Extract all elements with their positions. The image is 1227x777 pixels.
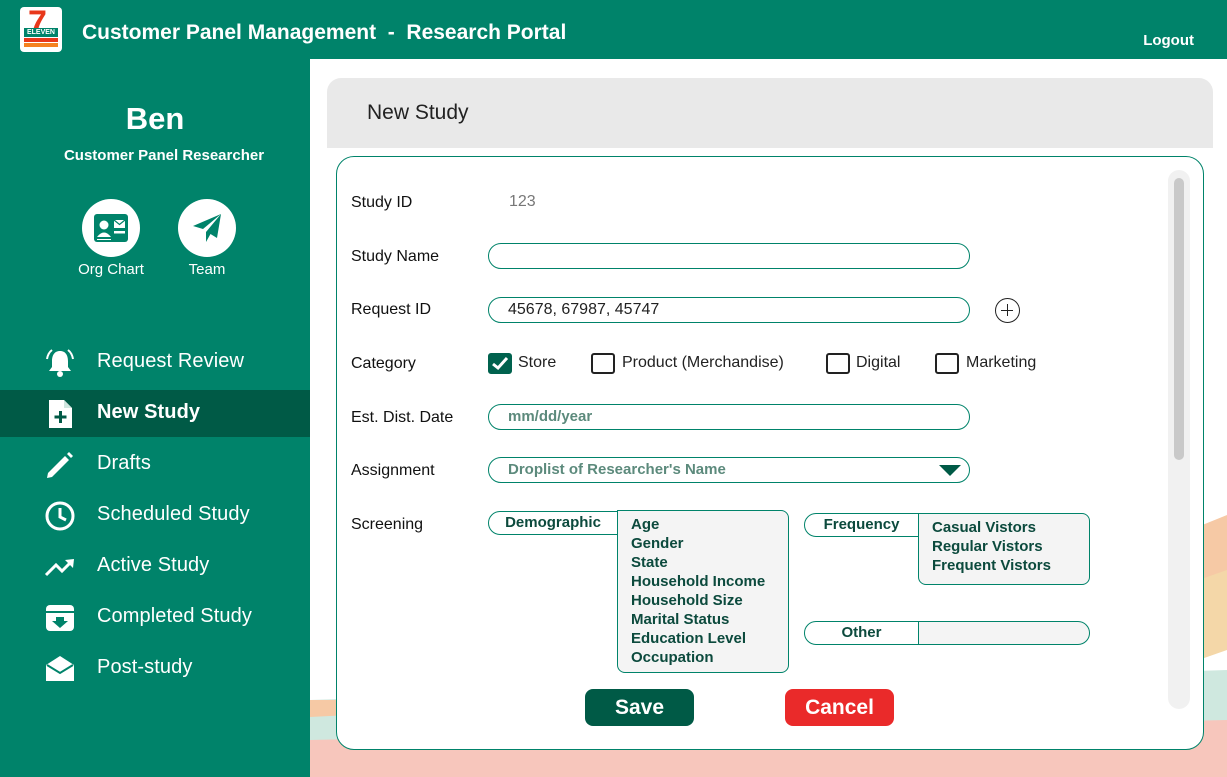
demographic-option[interactable]: Gender bbox=[631, 534, 788, 553]
form-scrollbar[interactable] bbox=[1168, 170, 1190, 709]
screening-label: Screening bbox=[351, 516, 424, 533]
sidebar: Ben Customer Panel Researcher Org Chart … bbox=[0, 59, 310, 777]
sidebar-item-post-study[interactable]: Post-study bbox=[0, 645, 310, 692]
frequency-option[interactable]: Frequent Vistors bbox=[932, 556, 1089, 575]
demographic-option[interactable]: Household Income bbox=[631, 572, 788, 591]
pencil-icon bbox=[44, 449, 76, 481]
sidebar-item-active-study[interactable]: Active Study bbox=[0, 543, 310, 590]
logo-text: ELEVEN bbox=[24, 28, 58, 37]
study-name-input[interactable] bbox=[488, 243, 970, 269]
cancel-button[interactable]: Cancel bbox=[785, 689, 894, 726]
paper-plane-icon bbox=[178, 199, 236, 257]
frequency-options: Casual Vistors Regular Vistors Frequent … bbox=[918, 513, 1090, 585]
logout-link[interactable]: Logout bbox=[1143, 32, 1194, 49]
clock-icon bbox=[44, 500, 76, 532]
save-button[interactable]: Save bbox=[585, 689, 694, 726]
category-product-label: Product (Merchandise) bbox=[622, 354, 784, 371]
other-tab[interactable]: Other bbox=[804, 621, 919, 645]
study-id-value: 123 bbox=[509, 193, 536, 210]
sidebar-item-label: Post-study bbox=[97, 656, 193, 678]
category-digital-label: Digital bbox=[856, 354, 901, 371]
open-envelope-icon bbox=[44, 653, 76, 685]
trending-up-icon bbox=[44, 551, 76, 583]
page-title: New Study bbox=[367, 101, 469, 124]
file-plus-icon bbox=[44, 398, 76, 430]
sidebar-item-new-study[interactable]: New Study bbox=[0, 390, 310, 437]
logo-stripe-red bbox=[24, 38, 58, 42]
frequency-option[interactable]: Casual Vistors bbox=[932, 518, 1089, 537]
team-shortcut[interactable]: Team bbox=[162, 199, 252, 278]
sidebar-item-label: Drafts bbox=[97, 452, 151, 474]
app-title: Customer Panel Management - Research Por… bbox=[82, 21, 567, 44]
demographic-option[interactable]: Household Size bbox=[631, 591, 788, 610]
category-marketing-label: Marketing bbox=[966, 354, 1037, 371]
demographic-option[interactable]: Occupation bbox=[631, 648, 788, 667]
sidebar-item-completed-study[interactable]: Completed Study bbox=[0, 594, 310, 641]
sidebar-item-drafts[interactable]: Drafts bbox=[0, 441, 310, 488]
demographic-option[interactable]: Age bbox=[631, 515, 788, 534]
demographic-option[interactable]: State bbox=[631, 553, 788, 572]
bell-icon bbox=[44, 347, 76, 379]
sidebar-item-label: Completed Study bbox=[97, 605, 252, 627]
sidebar-item-label: Active Study bbox=[97, 554, 210, 576]
sidebar-nav: Request Review New Study Drafts Schedule… bbox=[0, 339, 310, 696]
demographic-tab[interactable]: Demographic bbox=[488, 511, 618, 535]
sidebar-item-label: Scheduled Study bbox=[97, 503, 250, 525]
category-label: Category bbox=[351, 355, 416, 372]
request-id-label: Request ID bbox=[351, 301, 432, 318]
frequency-option[interactable]: Regular Vistors bbox=[932, 537, 1089, 556]
request-id-input[interactable]: 45678, 67987, 45747 bbox=[488, 297, 970, 323]
user-role: Customer Panel Researcher bbox=[63, 147, 265, 164]
dist-date-input[interactable]: mm/dd/year bbox=[488, 404, 970, 430]
category-marketing-checkbox[interactable] bbox=[935, 353, 959, 374]
study-name-label: Study Name bbox=[351, 248, 440, 265]
demographic-option[interactable]: Marital Status bbox=[631, 610, 788, 629]
sidebar-item-label: Request Review bbox=[97, 350, 245, 372]
sidebar-item-scheduled-study[interactable]: Scheduled Study bbox=[0, 492, 310, 539]
assignment-label: Assignment bbox=[351, 462, 435, 479]
sidebar-item-request-review[interactable]: Request Review bbox=[0, 339, 310, 386]
dist-date-label: Est. Dist. Date bbox=[351, 409, 454, 426]
frequency-tab[interactable]: Frequency bbox=[804, 513, 919, 537]
user-name: Ben bbox=[125, 101, 185, 136]
contact-card-icon bbox=[82, 199, 140, 257]
add-request-id-icon[interactable] bbox=[995, 298, 1020, 323]
assignment-dropdown[interactable]: Droplist of Researcher's Name bbox=[488, 457, 970, 483]
category-product-checkbox[interactable] bbox=[591, 353, 615, 374]
archive-icon bbox=[44, 602, 76, 634]
demographic-options: Age Gender State Household Income Househ… bbox=[617, 510, 789, 673]
logo-stripe-orange bbox=[24, 43, 58, 47]
other-input[interactable] bbox=[918, 621, 1090, 645]
demographic-option[interactable]: Education Level bbox=[631, 629, 788, 648]
team-label: Team bbox=[188, 261, 226, 278]
sidebar-item-label: New Study bbox=[97, 401, 201, 423]
category-store-label: Store bbox=[518, 354, 557, 371]
scrollbar-thumb[interactable] bbox=[1174, 178, 1184, 460]
checkmark-icon bbox=[492, 356, 509, 371]
org-chart-label: Org Chart bbox=[78, 261, 144, 278]
category-digital-checkbox[interactable] bbox=[826, 353, 850, 374]
dropdown-arrow-icon[interactable] bbox=[939, 465, 961, 476]
brand-logo: 7 ELEVEN bbox=[20, 7, 62, 52]
category-store-checkbox[interactable] bbox=[488, 353, 512, 374]
page-header: New Study bbox=[327, 78, 1213, 148]
org-chart-shortcut[interactable]: Org Chart bbox=[66, 199, 156, 278]
study-id-label: Study ID bbox=[351, 194, 413, 211]
top-bar: 7 ELEVEN Customer Panel Management - Res… bbox=[0, 0, 1227, 59]
